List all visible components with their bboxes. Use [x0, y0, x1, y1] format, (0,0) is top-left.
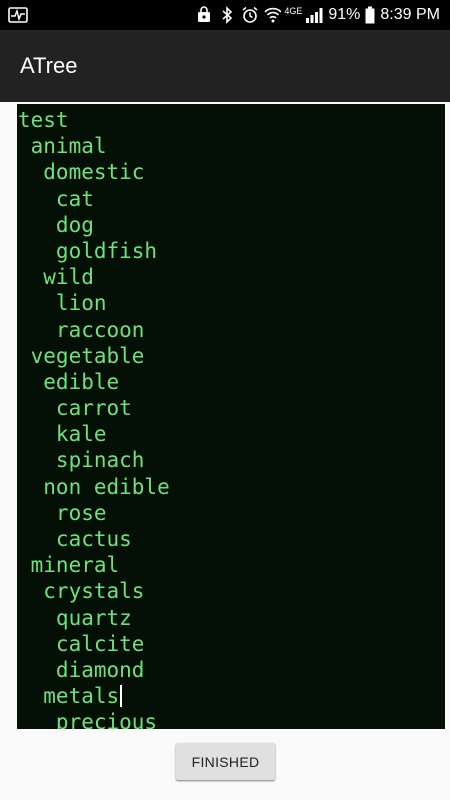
bluetooth-icon [222, 6, 233, 24]
tree-line: rose [18, 500, 107, 525]
tree-line: calcite [18, 631, 145, 656]
tree-line: goldfish [18, 238, 158, 263]
tree-line: precious [18, 710, 158, 729]
tree-editor[interactable]: test animal domestic cat dog goldfish wi… [17, 104, 445, 729]
tree-line: cat [18, 186, 94, 211]
tree-line: test [18, 108, 69, 132]
tree-line: mineral [18, 553, 120, 578]
alarm-icon [242, 6, 258, 23]
finished-button[interactable]: FINISHED [176, 743, 275, 780]
network-type-label: 4GE [284, 6, 303, 16]
tree-line: animal [18, 134, 107, 159]
tree-line: domestic [18, 160, 145, 185]
wifi-icon [264, 7, 282, 23]
cast-lock-icon [198, 6, 211, 22]
tree-line: vegetable [18, 343, 145, 368]
tree-line: metals [18, 683, 170, 709]
tree-line: crystals [18, 579, 145, 604]
app-bar: ATree [0, 30, 450, 102]
tree-line: non edible [18, 474, 170, 499]
tree-line: diamond [18, 657, 145, 682]
tree-line: spinach [18, 448, 145, 473]
tree-line: kale [18, 422, 107, 447]
activity-icon [8, 7, 28, 23]
tree-line: cactus [18, 527, 132, 551]
tree-line: edible [18, 369, 120, 394]
status-bar: 4GE 91% 8:39 PM [0, 0, 450, 30]
tree-line: dog [18, 212, 94, 237]
tree-line: carrot [18, 396, 132, 421]
tree-line: quartz [18, 605, 132, 630]
battery-icon [365, 6, 375, 24]
tree-text[interactable]: test animal domestic cat dog goldfish wi… [17, 107, 170, 729]
text-cursor [120, 685, 123, 708]
tree-line: raccoon [18, 317, 145, 342]
tree-line: wild [18, 265, 94, 290]
app-title: ATree [20, 53, 78, 78]
clock-time: 8:39 PM [380, 6, 440, 23]
signal-icon [306, 8, 323, 23]
tree-line: lion [18, 291, 107, 316]
status-icons: 4GE 91% 8:39 PM [195, 0, 440, 30]
battery-percent: 91% [328, 6, 361, 23]
